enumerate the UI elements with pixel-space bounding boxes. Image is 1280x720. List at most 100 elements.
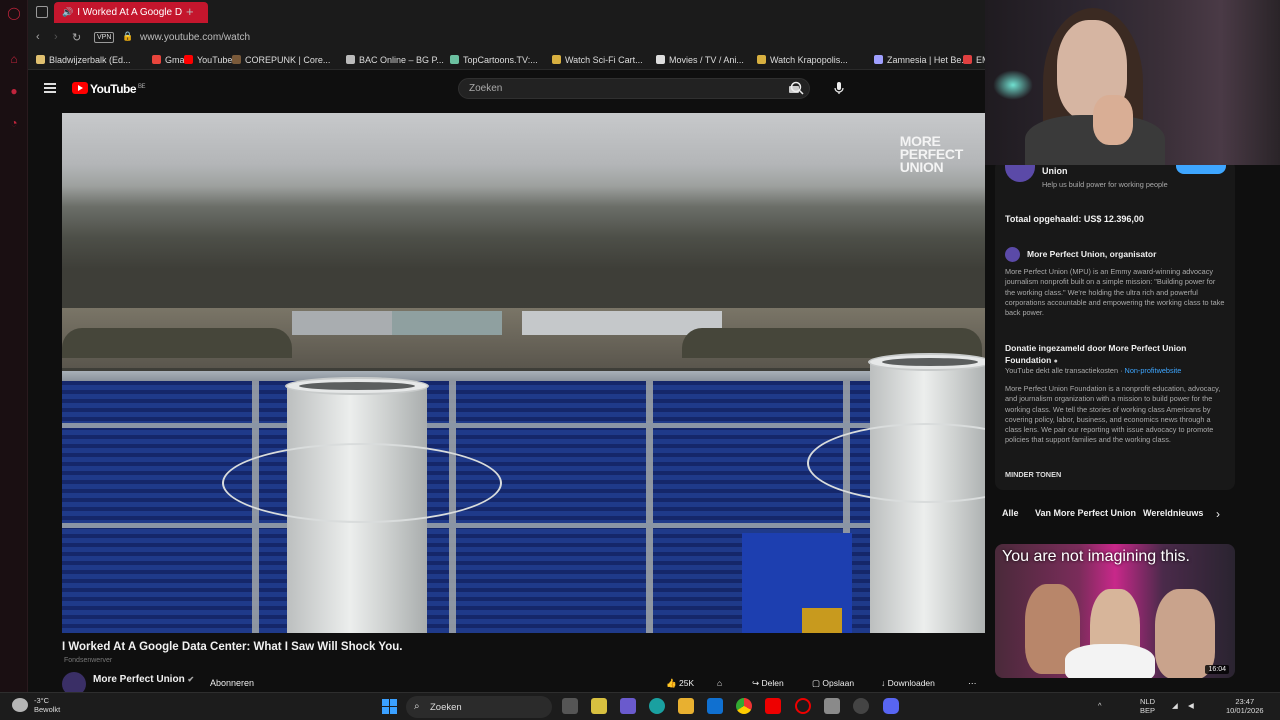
bookmark-item[interactable]: TopCartoons.TV:... xyxy=(450,55,538,65)
task-view-icon[interactable] xyxy=(562,698,578,714)
chrome-icon[interactable] xyxy=(736,698,752,714)
video-player[interactable]: MORE PERFECT UNION xyxy=(62,113,985,633)
verified-icon: ✔ xyxy=(187,675,195,684)
steam-icon[interactable] xyxy=(853,698,869,714)
messenger-icon[interactable]: ● xyxy=(7,84,21,98)
speaker-icon[interactable]: 🔊 xyxy=(62,7,73,17)
bookmark-item[interactable]: COREPUNK | Core... xyxy=(232,55,330,65)
bookmark-label: EM xyxy=(976,55,985,65)
bookmark-item[interactable]: Watch Krapopolis... xyxy=(757,55,848,65)
edge-icon[interactable] xyxy=(649,698,665,714)
back-icon[interactable]: ‹ xyxy=(36,31,40,43)
bookmark-favicon-icon xyxy=(552,55,561,64)
network-icon[interactable]: ◢ xyxy=(1172,701,1178,710)
url-field[interactable]: www.youtube.com/watch xyxy=(140,32,250,43)
youtube-app-icon[interactable] xyxy=(765,698,781,714)
new-tab-button[interactable]: + xyxy=(186,4,194,19)
language-indicator[interactable]: NLD BEP xyxy=(1140,697,1155,715)
teams-icon[interactable] xyxy=(620,698,636,714)
calculator-icon[interactable] xyxy=(591,698,607,714)
youtube-logo-text[interactable]: YouTube BE xyxy=(90,82,146,96)
chip-world-news[interactable]: Wereldnieuws xyxy=(1143,508,1203,518)
region-code: BE xyxy=(138,84,146,90)
menu-icon[interactable] xyxy=(44,83,56,93)
bookmark-favicon-icon xyxy=(36,55,45,64)
chip-channel[interactable]: Van More Perfect Union xyxy=(1035,508,1136,518)
bookmark-label: Watch Krapopolis... xyxy=(770,55,848,65)
bookmarks-bar: Bladwijzerbalk (Ed... Gmail YouTube COREPUN… xyxy=(28,50,985,70)
dislike-icon[interactable]: ⌂ xyxy=(717,678,722,688)
notepad-icon[interactable] xyxy=(824,698,840,714)
tab-title: I Worked At A Google D xyxy=(77,7,183,18)
opera-logo-icon[interactable]: ◯ xyxy=(7,6,21,20)
weather-icon[interactable] xyxy=(12,698,28,712)
like-button[interactable]: 👍 25K xyxy=(666,678,694,689)
nonprofit-website-link[interactable]: Non-profitwebsite xyxy=(1125,366,1182,375)
search-icon[interactable] xyxy=(790,81,804,95)
bookmark-favicon-icon xyxy=(656,55,665,64)
bookmark-favicon-icon xyxy=(757,55,766,64)
organizer-name: More Perfect Union, organisator xyxy=(1027,249,1157,259)
foundation-description: More Perfect Union Foundation is a nonpr… xyxy=(1005,384,1221,445)
bookmark-item[interactable]: Movies / TV / Ani... xyxy=(656,55,744,65)
clock[interactable]: 23:47 10/01/2026 xyxy=(1226,697,1264,715)
bookmark-favicon-icon xyxy=(152,55,161,64)
chevron-right-icon[interactable]: › xyxy=(1216,507,1220,521)
video-duration: 16:04 xyxy=(1205,665,1229,674)
show-less-button[interactable]: MINDER TONEN xyxy=(1005,470,1061,480)
bookmark-favicon-icon xyxy=(184,55,193,64)
browser-sidebar: ◯ ⌂ ● ◔ xyxy=(0,0,28,692)
vpn-badge[interactable]: VPN xyxy=(94,32,115,43)
outlook-icon[interactable] xyxy=(707,698,723,714)
search-input[interactable]: Zoeken xyxy=(458,78,810,99)
taskbar-search[interactable]: ⌕ Zoeken xyxy=(406,696,552,718)
video-scenery xyxy=(802,608,842,633)
address-bar: ‹ › ↻ VPN 🔒 www.youtube.com/watch xyxy=(28,25,985,50)
bookmark-item[interactable]: Zamnesia | Het Be... xyxy=(874,55,969,65)
history-icon[interactable]: ◔ xyxy=(7,116,21,130)
forward-icon[interactable]: › xyxy=(54,31,58,43)
weather-widget[interactable]: -3°C Bewolkt xyxy=(34,696,60,714)
volume-icon[interactable]: ◀ xyxy=(1188,701,1194,710)
reload-icon[interactable]: ↻ xyxy=(72,31,81,44)
bookmark-item[interactable]: BAC Online – BG P... xyxy=(346,55,444,65)
microphone-icon[interactable] xyxy=(832,81,846,95)
video-scenery xyxy=(62,523,985,528)
search-icon: ⌕ xyxy=(414,701,420,712)
bookmark-label: TopCartoons.TV:... xyxy=(463,55,538,65)
bookmark-item[interactable]: EM xyxy=(963,55,985,65)
lock-icon[interactable]: 🔒 xyxy=(122,31,133,42)
bookmark-item[interactable]: YouTube xyxy=(184,55,232,65)
recommended-video-thumbnail[interactable]: You are not imagining this. 16:04 xyxy=(995,544,1235,678)
verified-icon: ● xyxy=(1053,358,1058,365)
bookmark-item[interactable]: Watch Sci-Fi Cart... xyxy=(552,55,643,65)
windows-start-icon[interactable] xyxy=(382,699,397,714)
org-tagline: Help us build power for working people xyxy=(1042,180,1168,189)
subscribe-button[interactable]: Abonneren xyxy=(210,678,254,688)
tab-islands-icon[interactable] xyxy=(36,6,48,18)
video-scenery xyxy=(62,423,985,428)
windows-taskbar: -3°C Bewolkt ⌕ Zoeken ^ NLD BEP ◢ ◀ 23:47 10… xyxy=(0,692,1280,720)
bookmark-item[interactable]: Bladwijzerbalk (Ed... xyxy=(36,55,131,65)
tab-youtube[interactable]: 🔊 I Worked At A Google D xyxy=(54,2,208,23)
opera-icon[interactable] xyxy=(795,698,811,714)
file-explorer-icon[interactable] xyxy=(678,698,694,714)
bookmark-label: Movies / TV / Ani... xyxy=(669,55,744,65)
download-button[interactable]: ↓ Downloaden xyxy=(881,678,935,688)
channel-name[interactable]: More Perfect Union ✔ xyxy=(93,674,194,685)
bookmark-label: Bladwijzerbalk (Ed... xyxy=(49,55,131,65)
discord-icon[interactable] xyxy=(883,698,899,714)
more-actions-icon[interactable]: ⋯ xyxy=(968,678,977,689)
save-button[interactable]: ▢ Opslaan xyxy=(812,678,854,689)
webcam-overlay xyxy=(985,0,1280,165)
tray-chevron-icon[interactable]: ^ xyxy=(1098,701,1102,710)
share-button[interactable]: ↪ Delen xyxy=(752,678,784,689)
video-title: I Worked At A Google Data Center: What I… xyxy=(62,641,403,653)
organizer-description: More Perfect Union (MPU) is an Emmy awar… xyxy=(1005,267,1225,318)
org-name: Union xyxy=(1042,166,1068,176)
youtube-logo-icon[interactable] xyxy=(72,82,88,94)
bookmark-label: YouTube xyxy=(197,55,233,65)
organizer-avatar xyxy=(1005,247,1020,262)
chip-all[interactable]: Alle xyxy=(1002,508,1019,518)
aria-icon[interactable]: ⌂ xyxy=(7,52,21,66)
